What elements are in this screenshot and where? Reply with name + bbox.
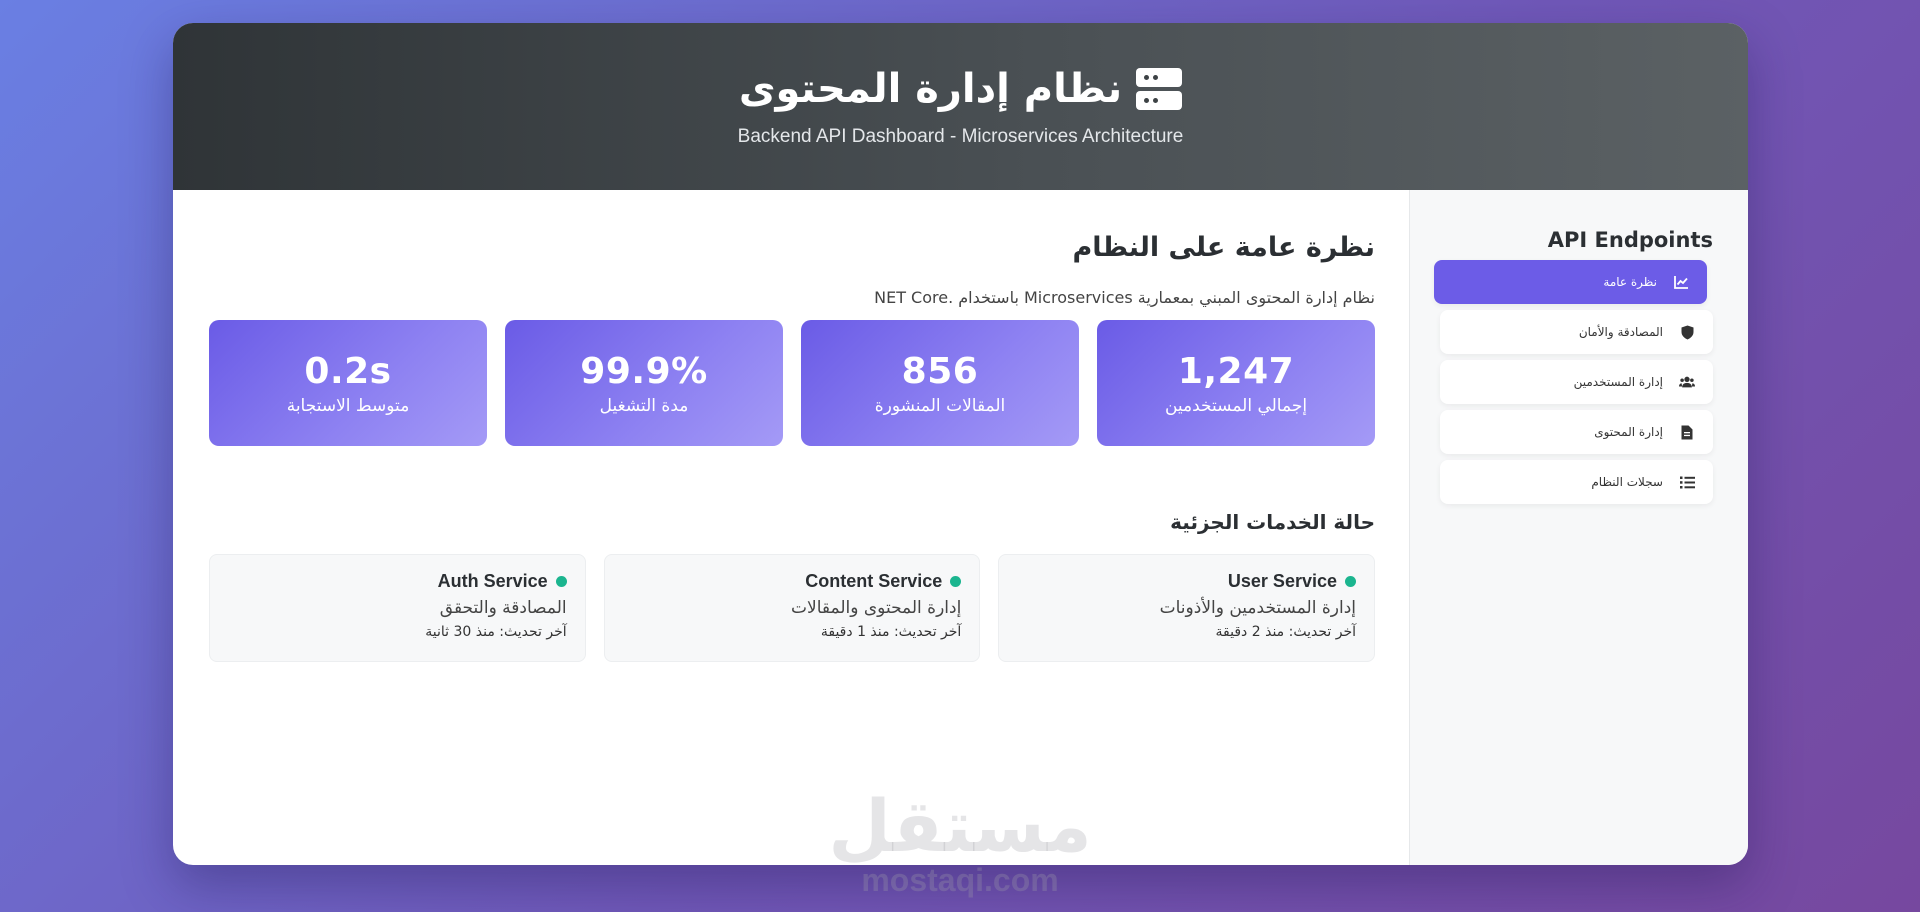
sidebar-item-label: إدارة المستخدمين: [1573, 375, 1663, 389]
sidebar-item-label: نظرة عامة: [1603, 275, 1657, 289]
stat-label: المقالات المنشورة: [874, 395, 1006, 416]
stat-card-uptime: 99.9% مدة التشغيل: [505, 320, 783, 446]
service-description: إدارة المستخدمين والأذونات: [1159, 598, 1356, 618]
service-description: المصادقة والتحقق: [439, 598, 567, 618]
stat-card-avg-response: 0.2s متوسط الاستجابة: [209, 320, 487, 446]
page-title: نظام إدارة المحتوى: [738, 65, 1123, 112]
overview-title: نظرة عامة على النظام: [1072, 232, 1375, 263]
status-dot-icon: [555, 576, 567, 587]
sidebar-item-label: سجلات النظام: [1591, 475, 1663, 489]
services-row: User Service إدارة المستخدمين والأذونات …: [208, 554, 1375, 662]
sidebar-item-overview[interactable]: نظرة عامة: [1434, 260, 1707, 304]
service-last-updated: آخر تحديث: منذ 1 دقيقة: [820, 624, 962, 640]
service-name: Auth Service: [437, 571, 548, 591]
shield-icon: [1679, 324, 1695, 340]
sidebar-item-content[interactable]: إدارة المحتوى: [1440, 410, 1713, 454]
users-icon: [1679, 374, 1695, 390]
stats-row: 1,247 إجمالي المستخدمين 856 المقالات الم…: [209, 320, 1375, 446]
service-card-auth: Auth Service المصادقة والتحقق آخر تحديث:…: [208, 554, 586, 662]
service-name: Content Service: [805, 571, 943, 591]
sidebar-item-label: إدارة المحتوى: [1594, 425, 1663, 439]
file-icon: [1679, 424, 1695, 440]
stat-label: متوسط الاستجابة: [286, 395, 410, 416]
stat-card-published-articles: 856 المقالات المنشورة: [801, 320, 1079, 446]
service-last-updated: آخر تحديث: منذ 2 دقيقة: [1215, 624, 1356, 640]
stat-value: 0.2s: [304, 350, 392, 392]
list-icon: [1679, 474, 1695, 490]
overview-description: نظام إدارة المحتوى المبني بمعمارية Micro…: [874, 288, 1375, 307]
stat-value: 99.9%: [580, 350, 708, 392]
stat-value: 856: [901, 350, 979, 392]
page-subtitle: Backend API Dashboard - Microservices Ar…: [737, 125, 1184, 147]
stat-label: إجمالي المستخدمين: [1164, 395, 1308, 416]
sidebar: API Endpoints نظرة عامة المصادقة والأمان…: [1409, 190, 1748, 865]
sidebar-item-logs[interactable]: سجلات النظام: [1440, 460, 1713, 504]
sidebar-item-users[interactable]: إدارة المستخدمين: [1440, 360, 1713, 404]
sidebar-title: API Endpoints: [1547, 228, 1713, 252]
header-title-row: نظام إدارة المحتوى: [738, 65, 1183, 112]
status-dot-icon: [1345, 576, 1356, 587]
chart-line-icon: [1673, 274, 1689, 290]
service-card-content: Content Service إدارة المحتوى والمقالات …: [603, 554, 981, 662]
server-icon: [1136, 67, 1183, 110]
stat-card-total-users: 1,247 إجمالي المستخدمين: [1097, 320, 1375, 446]
service-name: User Service: [1227, 571, 1337, 591]
sidebar-item-label: المصادقة والأمان: [1578, 325, 1663, 339]
stat-value: 1,247: [1177, 350, 1295, 392]
service-last-updated: آخر تحديث: منذ 30 ثانية: [425, 624, 567, 640]
services-title: حالة الخدمات الجزئية: [1170, 510, 1375, 534]
dashboard-card: نظام إدارة المحتوى Backend API Dashboard…: [173, 23, 1748, 865]
status-dot-icon: [950, 576, 962, 587]
stat-label: مدة التشغيل: [599, 395, 689, 416]
service-description: إدارة المحتوى والمقالات: [791, 598, 962, 618]
service-card-user: User Service إدارة المستخدمين والأذونات …: [998, 554, 1375, 662]
main-content: نظرة عامة على النظام نظام إدارة المحتوى …: [208, 190, 1375, 865]
sidebar-item-auth-security[interactable]: المصادقة والأمان: [1440, 310, 1713, 354]
page-header: نظام إدارة المحتوى Backend API Dashboard…: [173, 23, 1748, 190]
watermark-latin: mostaqi.com: [861, 862, 1059, 898]
